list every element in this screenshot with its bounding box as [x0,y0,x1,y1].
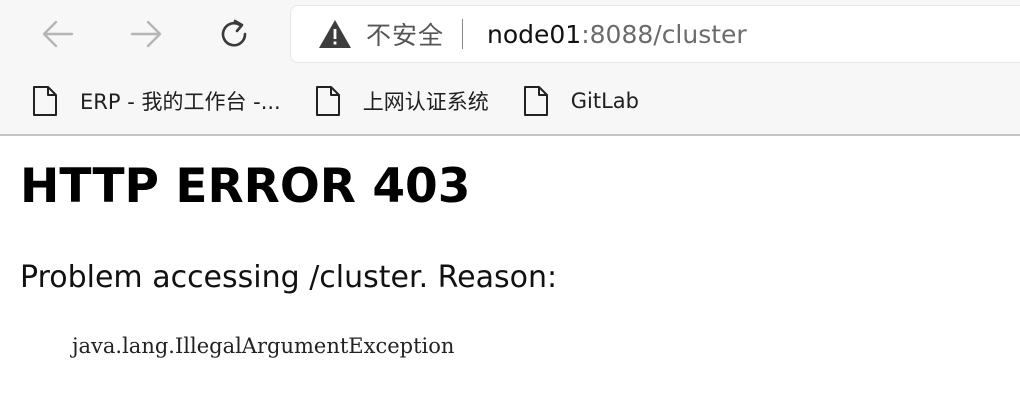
refresh-icon [221,19,247,47]
arrow-right-icon [130,20,162,48]
error-reason: java.lang.IllegalArgumentException [72,334,455,358]
problem-text: Problem accessing /cluster. Reason: [20,260,558,295]
page-icon [33,86,57,116]
bookmark-label: GitLab [570,89,639,113]
security-status-label[interactable]: 不安全 [366,16,444,52]
forward-button[interactable] [126,14,166,54]
page-icon [523,86,548,116]
arrow-left-icon [42,20,74,48]
page-content: HTTP ERROR 403 Problem accessing /cluste… [0,159,1020,359]
bookmark-gitlab[interactable]: GitLab [523,85,639,117]
warning-triangle-icon[interactable] [318,19,352,49]
browser-toolbar: 不安全 node01:8088/cluster [0,0,1020,68]
back-button[interactable] [38,14,78,54]
bookmark-label: 上网认证系统 [362,90,489,114]
url-path: :8088/cluster [581,19,747,49]
bookmarks-bar: ERP - 我的工作台 -... 上网认证系统 GitLab [0,68,1020,136]
error-title: HTTP ERROR 403 [20,159,471,214]
url-host: node01 [487,19,582,49]
address-divider [462,19,464,49]
page-icon [315,86,340,116]
url-text[interactable]: node01:8088/cluster [487,20,747,49]
address-bar[interactable]: 不安全 node01:8088/cluster [290,5,1020,63]
bookmark-label: ERP - 我的工作台 -... [80,90,281,114]
refresh-button[interactable] [214,14,254,54]
bookmark-erp[interactable]: ERP - 我的工作台 -... [32,85,281,117]
bookmark-network-auth[interactable]: 上网认证系统 [315,85,489,117]
